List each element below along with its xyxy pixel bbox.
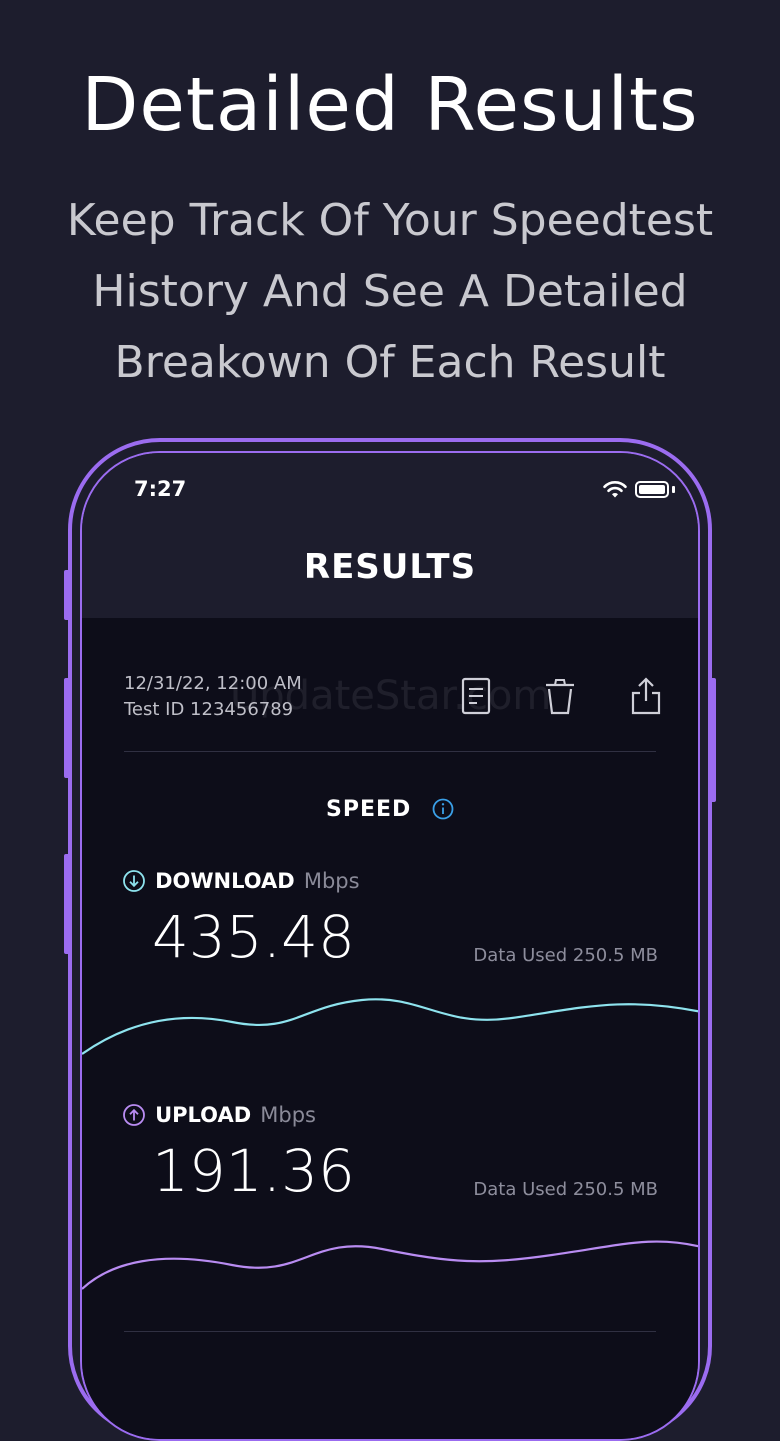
- download-label: DOWNLOAD: [155, 869, 295, 893]
- download-header: DOWNLOAD Mbps: [122, 869, 360, 895]
- test-date: 12/31/22, 12:00 AM: [124, 673, 302, 694]
- page-subheadline: Keep Track Of Your Speedtest History And…: [30, 185, 750, 398]
- page-headline: Detailed Results: [81, 62, 699, 148]
- battery-icon: [635, 481, 669, 498]
- results-panel: UpdateStar.com 12/31/22, 12:00 AM Test I…: [82, 618, 698, 1439]
- status-time: 7:27: [134, 477, 187, 501]
- download-arrow-icon: [123, 870, 145, 892]
- download-speed-graph: [82, 998, 698, 1055]
- upload-speed-graph: [82, 1240, 698, 1290]
- upload-value: 191.36: [152, 1137, 355, 1205]
- speed-heading-label: SPEED: [326, 796, 412, 822]
- phone-screen: 7:27 RESULTS UpdateStar.com 12/31/22, 12…: [80, 451, 700, 1441]
- wifi-icon: [603, 481, 627, 498]
- document-icon[interactable]: [460, 676, 492, 716]
- upload-label: UPLOAD: [155, 1103, 252, 1127]
- download-value: 435.48: [152, 903, 355, 971]
- share-icon[interactable]: [630, 676, 662, 716]
- test-id: Test ID 123456789: [124, 699, 294, 720]
- upload-header: UPLOAD Mbps: [122, 1103, 316, 1129]
- download-data-used: Data Used 250.5 MB: [473, 945, 658, 966]
- speed-section-heading: SPEED: [82, 796, 698, 822]
- divider: [124, 751, 656, 752]
- screen-header: 7:27 RESULTS: [82, 453, 698, 618]
- info-icon[interactable]: [432, 798, 454, 820]
- subhead-line-3: Breakown Of Each Result: [114, 337, 666, 388]
- upload-data-used: Data Used 250.5 MB: [473, 1179, 658, 1200]
- upload-unit: Mbps: [260, 1103, 316, 1127]
- upload-arrow-icon: [123, 1104, 145, 1126]
- download-unit: Mbps: [303, 869, 360, 893]
- subhead-line-1: Keep Track Of Your Speedtest: [66, 195, 714, 246]
- trash-icon[interactable]: [544, 676, 576, 716]
- screen-title: RESULTS: [303, 547, 477, 587]
- subhead-line-2: History And See A Detailed: [92, 266, 688, 317]
- divider: [124, 1331, 656, 1332]
